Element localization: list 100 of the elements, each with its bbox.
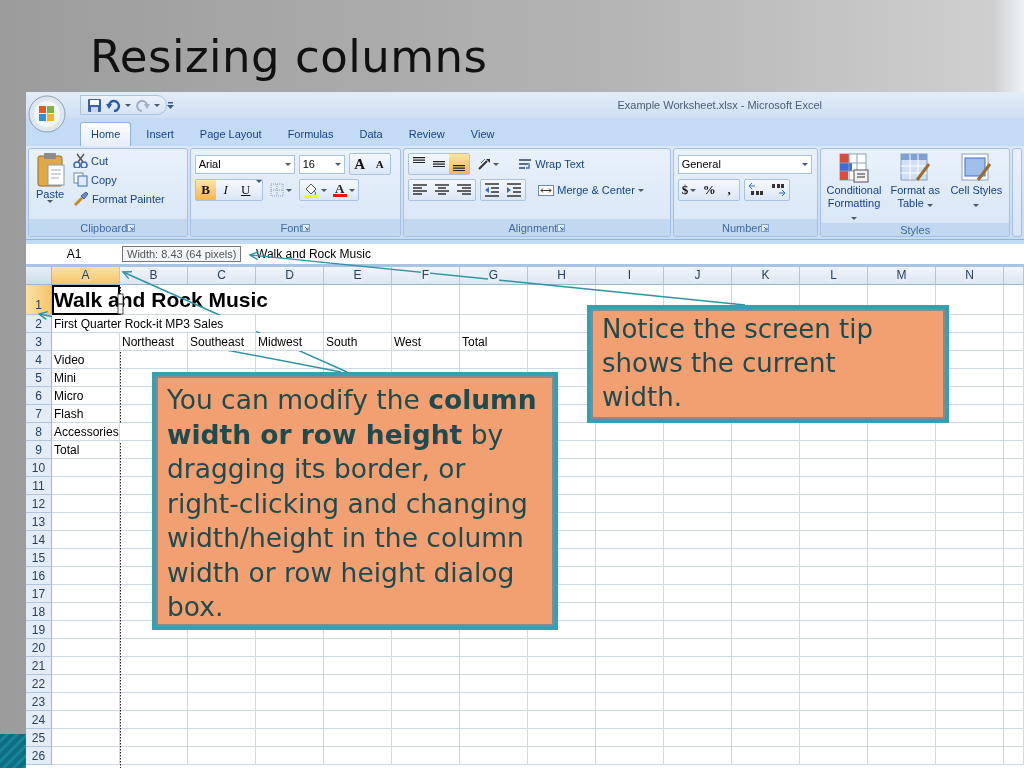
- row-header[interactable]: 10: [26, 459, 52, 477]
- cell-styles-button[interactable]: Cell Styles: [948, 152, 1005, 223]
- grid-cell: [120, 711, 188, 729]
- italic-button[interactable]: I: [215, 180, 236, 200]
- row-header[interactable]: 23: [26, 693, 52, 711]
- column-header[interactable]: B: [120, 267, 188, 285]
- table-cell: South: [324, 333, 392, 351]
- underline-button[interactable]: U: [235, 180, 256, 200]
- grid-cell: [732, 747, 800, 765]
- row-header[interactable]: 15: [26, 549, 52, 567]
- font-size-dropdown[interactable]: 16: [298, 154, 345, 174]
- row-header[interactable]: 12: [26, 495, 52, 513]
- callout-text: Notice the screen tip shows the current width.: [587, 305, 949, 423]
- row-header[interactable]: 24: [26, 711, 52, 729]
- conditional-styles-button[interactable]: Conditional Formatting: [826, 152, 882, 223]
- paste-button[interactable]: Paste: [33, 152, 67, 219]
- row-header[interactable]: 4: [26, 351, 52, 369]
- borders-icon: [269, 183, 284, 197]
- grid-cell: [52, 639, 120, 657]
- row-header[interactable]: 6: [26, 387, 52, 405]
- column-header[interactable]: I: [596, 267, 664, 285]
- row-header[interactable]: 19: [26, 621, 52, 639]
- launcher-icon[interactable]: [761, 223, 770, 232]
- row-header[interactable]: 25: [26, 729, 52, 747]
- cut-button[interactable]: Cut: [71, 152, 167, 169]
- row-header[interactable]: 7: [26, 405, 52, 423]
- row-header[interactable]: 17: [26, 585, 52, 603]
- column-header[interactable]: C: [188, 267, 256, 285]
- undo-icon[interactable]: [106, 98, 121, 112]
- grid-cell: [936, 675, 1004, 693]
- row-header[interactable]: 20: [26, 639, 52, 657]
- bold-button[interactable]: B: [195, 180, 216, 200]
- column-header[interactable]: G: [460, 267, 528, 285]
- dropdown-caret-icon: [690, 188, 697, 192]
- ribbon-tab[interactable]: View: [459, 122, 506, 146]
- name-box[interactable]: A1: [26, 247, 122, 261]
- customize-caret-icon[interactable]: [167, 101, 174, 109]
- grid-cell: [936, 585, 1004, 603]
- table-cell: Southeast: [188, 333, 256, 351]
- launcher-icon[interactable]: [557, 223, 566, 232]
- row-header[interactable]: 13: [26, 513, 52, 531]
- merge-center-button[interactable]: Merge & Center: [536, 181, 646, 199]
- column-header[interactable]: N: [936, 267, 1004, 285]
- grid-cell: [732, 531, 800, 549]
- row-header[interactable]: 26: [26, 747, 52, 765]
- column-header[interactable]: J: [664, 267, 732, 285]
- row-header[interactable]: 14: [26, 531, 52, 549]
- row-header[interactable]: 8: [26, 423, 52, 441]
- comma-button[interactable]: ,: [719, 180, 740, 200]
- currency-button[interactable]: $: [678, 180, 700, 200]
- grow-font-button[interactable]: A: [349, 154, 370, 174]
- ribbon-tab[interactable]: Review: [397, 122, 456, 146]
- column-header[interactable]: L: [800, 267, 868, 285]
- dropdown-caret-icon: [47, 200, 53, 203]
- percent-button[interactable]: %: [699, 180, 720, 200]
- grid-cell: [800, 549, 868, 567]
- row-header[interactable]: 11: [26, 477, 52, 495]
- dropdown-caret-icon: [285, 188, 292, 192]
- launcher-icon[interactable]: [302, 223, 311, 232]
- launcher-icon[interactable]: [127, 223, 136, 232]
- ribbon-tab[interactable]: Home: [80, 122, 132, 146]
- table-styles-button[interactable]: Format as Table: [887, 152, 944, 223]
- row-header[interactable]: 3: [26, 333, 52, 351]
- row-header[interactable]: 22: [26, 675, 52, 693]
- row-header[interactable]: 16: [26, 567, 52, 585]
- row-header[interactable]: 1: [26, 285, 52, 315]
- column-header[interactable]: K: [732, 267, 800, 285]
- ribbon-tab[interactable]: Insert: [135, 122, 185, 146]
- ribbon-tab[interactable]: Formulas: [276, 122, 345, 146]
- number-format-dropdown[interactable]: General: [677, 154, 812, 174]
- row-header[interactable]: 21: [26, 657, 52, 675]
- row-header[interactable]: 2: [26, 315, 52, 333]
- row-header[interactable]: 18: [26, 603, 52, 621]
- row-header[interactable]: 9: [26, 441, 52, 459]
- column-header[interactable]: M: [868, 267, 936, 285]
- wrap-text-icon: [518, 157, 533, 171]
- column-header[interactable]: F: [392, 267, 460, 285]
- grid-cell: [324, 711, 392, 729]
- copy-button[interactable]: Copy: [71, 171, 167, 188]
- format-painter-button[interactable]: Format Painter: [71, 190, 167, 207]
- column-header[interactable]: D: [256, 267, 324, 285]
- column-header[interactable]: H: [528, 267, 596, 285]
- shrink-font-button[interactable]: A: [369, 154, 390, 174]
- font-color-button[interactable]: A: [329, 180, 358, 200]
- grid-cell: [392, 639, 460, 657]
- grid-cell: [936, 693, 1004, 711]
- grid-cell: [528, 657, 596, 675]
- grid-cell: [868, 621, 936, 639]
- save-icon[interactable]: [87, 97, 102, 113]
- bottom-align-button[interactable]: [449, 154, 470, 174]
- font-name-dropdown[interactable]: Arial: [194, 154, 295, 174]
- grid-cell: [1004, 711, 1024, 729]
- group-name: Number: [721, 221, 762, 234]
- wrap-text-button[interactable]: Wrap Text: [516, 156, 587, 172]
- column-header[interactable]: E: [324, 267, 392, 285]
- column-header[interactable]: A: [52, 267, 120, 285]
- row-header[interactable]: 5: [26, 369, 52, 387]
- ribbon-tab[interactable]: Page Layout: [188, 122, 273, 146]
- ribbon-tab[interactable]: Data: [348, 122, 394, 146]
- grid-cell: [1004, 639, 1024, 657]
